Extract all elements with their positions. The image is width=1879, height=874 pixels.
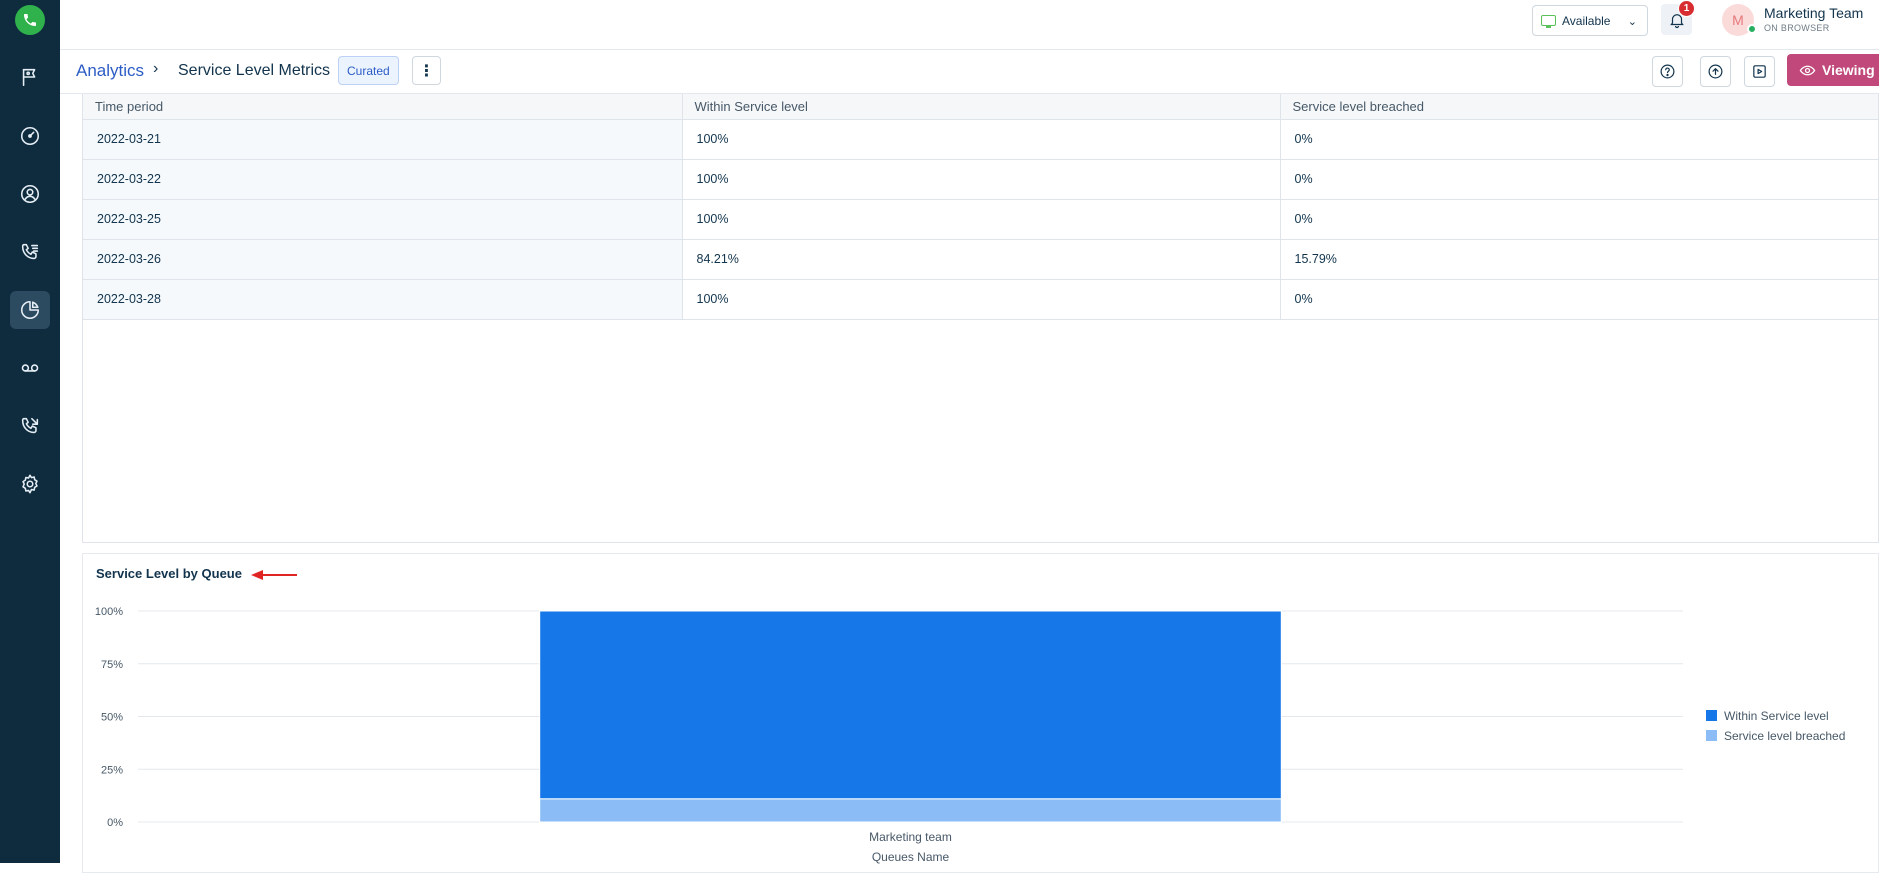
table-row: 2022-03-28 100% 0% <box>83 279 1878 320</box>
column-header-breached[interactable]: Service level breached <box>1280 94 1878 120</box>
contacts-user-icon[interactable] <box>10 175 50 213</box>
service-level-by-queue-panel: Service Level by Queue 0% 25% 50% 75% 100% Ma… <box>82 553 1879 873</box>
cell-within: 100% <box>682 199 1281 240</box>
cell-time-period: 2022-03-22 <box>83 159 683 200</box>
breadcrumb-analytics-link[interactable]: Analytics <box>76 61 144 81</box>
table-row: 2022-03-21 100% 0% <box>83 119 1878 160</box>
viewing-mode-button[interactable]: Viewing <box>1787 54 1879 86</box>
user-status-text: ON BROWSER <box>1764 23 1830 33</box>
cell-within: 100% <box>682 119 1281 160</box>
call-transfer-icon[interactable] <box>10 407 50 445</box>
export-button[interactable] <box>1700 56 1731 87</box>
cell-time-period: 2022-03-21 <box>83 119 683 160</box>
settings-gear-icon[interactable] <box>10 465 50 503</box>
flag-icon[interactable] <box>10 58 50 96</box>
user-name[interactable]: Marketing Team <box>1764 5 1863 21</box>
cell-breached: 0% <box>1280 159 1878 200</box>
more-options-button[interactable]: ⋮ <box>412 56 441 85</box>
analytics-pie-icon[interactable] <box>10 291 50 329</box>
y-tick-label: 75% <box>101 659 123 671</box>
y-tick-label: 100% <box>95 606 123 618</box>
breadcrumb-chevron-icon: › <box>153 60 159 77</box>
bar-segment <box>539 798 1282 823</box>
cell-breached: 15.79% <box>1280 239 1878 280</box>
phone-logo-icon[interactable] <box>15 5 45 35</box>
legend-label: Within Service level <box>1724 709 1829 723</box>
cell-time-period: 2022-03-25 <box>83 199 683 240</box>
column-header-time-period[interactable]: Time period <box>83 94 683 120</box>
play-screen-icon <box>1753 65 1766 78</box>
call-log-icon[interactable] <box>10 233 50 271</box>
column-header-within[interactable]: Within Service level <box>682 94 1281 120</box>
table-row: 2022-03-22 100% 0% <box>83 159 1878 200</box>
stacked-bar-chart: 0% 25% 50% 75% 100% Marketing team Queues Name… <box>95 606 1846 864</box>
voicemail-icon[interactable] <box>10 349 50 387</box>
service-level-table-panel: Time period Within Service level Service… <box>82 94 1879 543</box>
y-tick-label: 50% <box>101 712 123 724</box>
legend-swatch <box>1706 730 1717 741</box>
cell-within: 100% <box>682 159 1281 200</box>
upload-icon <box>1708 64 1723 79</box>
eye-icon <box>1799 65 1816 75</box>
page-header: Analytics › Service Level Metrics Curate… <box>60 50 1879 94</box>
sidebar <box>0 0 60 863</box>
bar-segment <box>539 610 1282 800</box>
table-row: 2022-03-26 84.21% 15.79% <box>83 239 1878 280</box>
legend-swatch <box>1706 710 1717 721</box>
cell-breached: 0% <box>1280 119 1878 160</box>
cell-within: 84.21% <box>682 239 1281 280</box>
monitor-icon <box>1541 15 1556 28</box>
help-button[interactable] <box>1652 56 1683 87</box>
curated-tag: Curated <box>338 56 399 85</box>
service-level-table: Time period Within Service level Service… <box>83 94 1878 320</box>
page-title: Service Level Metrics <box>178 62 331 79</box>
dashboard-gauge-icon[interactable] <box>10 117 50 155</box>
legend-label: Service level breached <box>1724 729 1845 743</box>
x-tick-label: Marketing team <box>869 830 952 844</box>
help-icon <box>1660 64 1675 79</box>
y-tick-label: 0% <box>107 817 123 829</box>
x-axis-label: Queues Name <box>872 850 950 864</box>
cell-breached: 0% <box>1280 199 1878 240</box>
online-status-dot <box>1747 24 1757 34</box>
viewing-label: Viewing <box>1822 62 1875 78</box>
availability-select[interactable]: Available ⌄ <box>1532 5 1648 36</box>
present-button[interactable] <box>1744 56 1775 87</box>
y-tick-label: 25% <box>101 764 123 776</box>
cell-time-period: 2022-03-28 <box>83 279 683 320</box>
table-row: 2022-03-25 100% 0% <box>83 199 1878 240</box>
cell-within: 100% <box>682 279 1281 320</box>
cell-time-period: 2022-03-26 <box>83 239 683 280</box>
availability-value: Available <box>1562 13 1611 28</box>
notification-badge: 1 <box>1678 0 1695 17</box>
cell-breached: 0% <box>1280 279 1878 320</box>
chevron-down-icon: ⌄ <box>1627 16 1637 28</box>
